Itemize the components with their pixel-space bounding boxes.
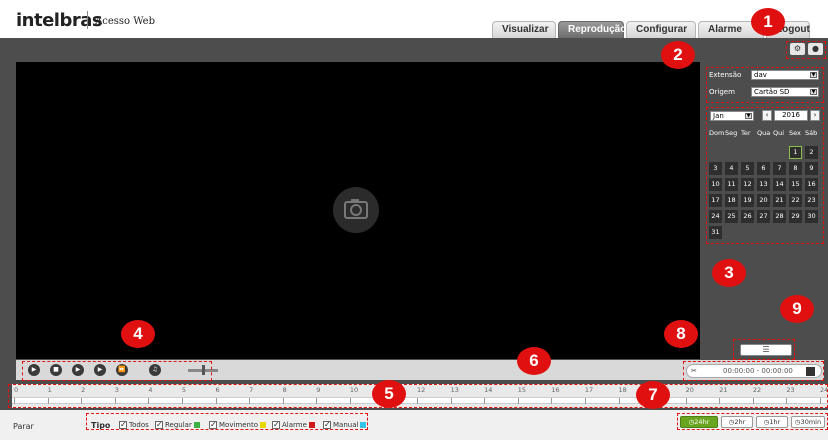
- annotation-box-8: [683, 361, 824, 381]
- app-subtitle: Acesso Web: [95, 16, 155, 27]
- logo: intelbras: [16, 10, 103, 31]
- tab-configurar[interactable]: Configurar: [626, 21, 696, 38]
- header: intelbras Acesso Web Visualizar Reproduç…: [0, 0, 828, 38]
- annotation-box-7: [677, 413, 828, 430]
- callout-2: 2: [661, 41, 695, 69]
- tab-reproducao[interactable]: Reprodução: [558, 21, 626, 38]
- annotation-box-5: [8, 384, 828, 408]
- annotation-box-3: [706, 107, 824, 244]
- tab-visualizar[interactable]: Visualizar: [492, 21, 556, 38]
- camera-icon: [333, 187, 379, 233]
- callout-3: 3: [712, 259, 746, 287]
- callout-5: 5: [372, 380, 406, 408]
- annotation-box-2: [706, 67, 824, 103]
- annotation-box-6: [86, 413, 368, 430]
- callout-4: 4: [121, 320, 155, 348]
- callout-9: 9: [780, 295, 814, 323]
- callout-8: 8: [664, 320, 698, 348]
- logo-divider: [87, 11, 88, 29]
- callout-1: 1: [751, 8, 785, 36]
- callout-6: 6: [517, 347, 551, 375]
- video-viewport[interactable]: [16, 62, 700, 359]
- callout-7: 7: [636, 381, 670, 409]
- annotation-box-1: [786, 41, 826, 59]
- playback-status: Parar: [13, 422, 34, 431]
- annotation-box-4: [22, 361, 212, 381]
- annotation-box-9: [733, 339, 795, 360]
